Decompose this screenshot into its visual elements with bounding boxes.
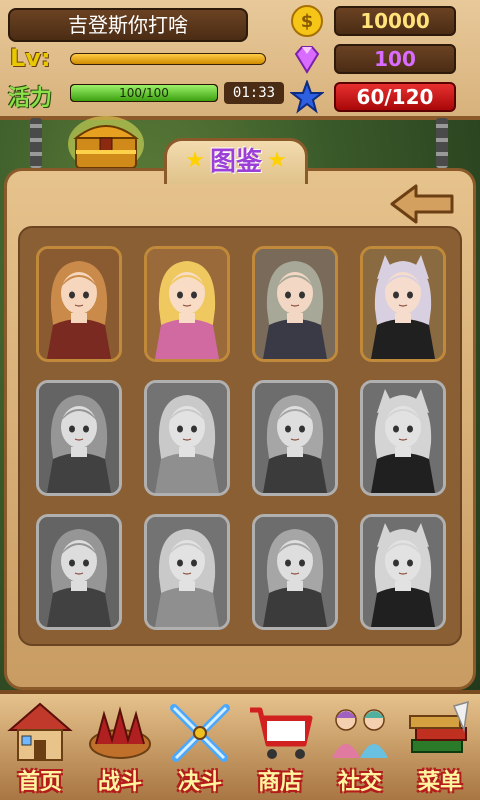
gem-icon — [294, 46, 320, 74]
character-card[interactable] — [36, 246, 122, 362]
character-portrait — [255, 517, 335, 627]
chain-decoration — [436, 118, 448, 168]
gem-count: 100 — [334, 44, 456, 74]
character-portrait — [147, 517, 227, 627]
star-icon — [290, 80, 324, 114]
character-card[interactable] — [144, 514, 230, 630]
nav-item-shop[interactable]: 商店 — [240, 694, 320, 800]
level-label: Lv: — [10, 44, 51, 72]
panel-title-tab: ★ 图鉴 ★ — [164, 138, 308, 184]
nav-item-duel[interactable]: 决斗 — [160, 694, 240, 800]
coin-count: 10000 — [334, 6, 456, 36]
character-portrait — [363, 517, 443, 627]
character-card[interactable] — [360, 514, 446, 630]
nav-item-home[interactable]: 首页 — [0, 694, 80, 800]
bottom-nav: 首页 战斗 决斗 商店 社交 菜单 — [0, 690, 480, 800]
character-card[interactable] — [144, 380, 230, 496]
character-portrait — [363, 383, 443, 493]
character-portrait — [363, 249, 443, 359]
svg-text:$: $ — [301, 11, 314, 32]
friends-icon — [332, 709, 388, 758]
character-card[interactable] — [360, 380, 446, 496]
nav-label-shop: 商店 — [257, 770, 302, 795]
nav-item-battle[interactable]: 战斗 — [80, 694, 160, 800]
nav-label-duel: 决斗 — [177, 770, 222, 795]
level-progress-bar — [70, 53, 266, 65]
character-card[interactable] — [360, 246, 446, 362]
vitality-label: 活力 — [8, 86, 53, 111]
star-count: 60/120 — [334, 82, 456, 112]
nav-item-social[interactable]: 社交 — [320, 694, 400, 800]
nav-label-menu: 菜单 — [417, 770, 462, 795]
panel-title: 图鉴 — [209, 147, 262, 177]
character-portrait — [147, 249, 227, 359]
star-decoration-icon: ★ — [267, 148, 287, 173]
character-card[interactable] — [252, 514, 338, 630]
character-portrait — [147, 383, 227, 493]
cart-icon — [250, 707, 313, 759]
crossed-swords-icon — [170, 704, 230, 762]
character-portrait — [39, 249, 119, 359]
nav-label-battle: 战斗 — [97, 770, 142, 795]
nav-label-home: 首页 — [17, 770, 62, 795]
collection-grid — [18, 226, 462, 646]
character-portrait — [39, 383, 119, 493]
player-name: 吉登斯你打啥 — [8, 8, 248, 42]
chain-decoration — [30, 118, 42, 168]
character-card[interactable] — [252, 380, 338, 496]
level-progress-fill — [71, 54, 265, 64]
house-icon — [7, 702, 73, 761]
star-decoration-icon: ★ — [185, 148, 205, 173]
character-portrait — [255, 383, 335, 493]
books-icon — [409, 700, 469, 753]
character-card[interactable] — [36, 514, 122, 630]
vitality-bar: 100/100 — [70, 84, 218, 102]
character-portrait — [39, 517, 119, 627]
vitality-timer: 01:33 — [224, 82, 284, 104]
coin-icon: $ — [291, 5, 323, 37]
back-arrow-button[interactable] — [388, 180, 458, 228]
nav-label-social: 社交 — [337, 770, 382, 795]
battle-icon — [89, 706, 151, 759]
character-card[interactable] — [252, 246, 338, 362]
character-card[interactable] — [144, 246, 230, 362]
vitality-value: 100/100 — [119, 86, 169, 100]
top-status-bar: 吉登斯你打啥 Lv: 活力 100/100 01:33 $ 10000 100 … — [0, 0, 480, 120]
character-portrait — [255, 249, 335, 359]
treasure-chest-icon[interactable] — [66, 110, 146, 174]
nav-item-menu[interactable]: 菜单 — [400, 694, 480, 800]
character-card[interactable] — [36, 380, 122, 496]
